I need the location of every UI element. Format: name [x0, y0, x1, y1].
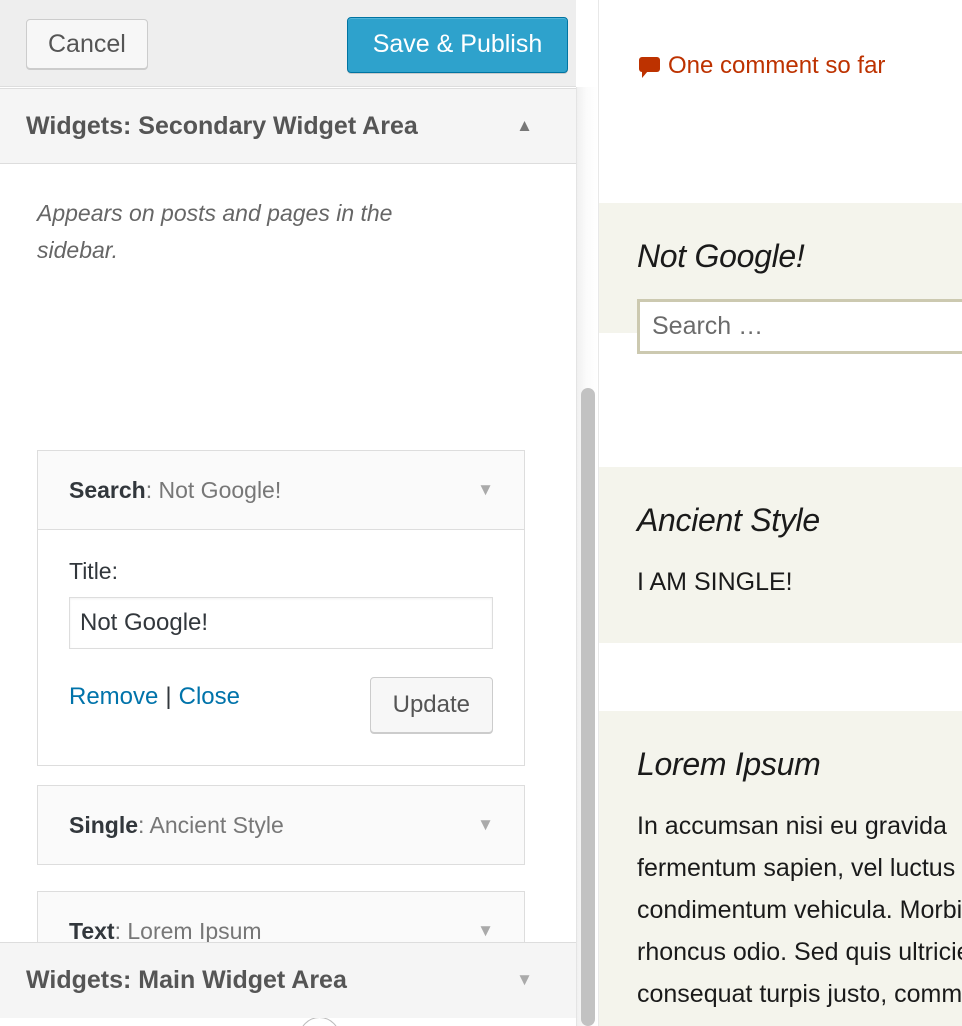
chevron-down-icon: ▼ [516, 970, 533, 989]
section-description: Appears on posts and pages in the sideba… [37, 200, 393, 264]
theme-preview-pane: One comment so far Not Google! Ancient S… [598, 0, 962, 1026]
update-button[interactable]: Update [369, 677, 493, 733]
add-a-widget-button[interactable]: Add a Widget [299, 1017, 517, 1026]
customizer-pane: Cancel Save & Publish Widgets: Secondary… [0, 0, 598, 1026]
widget-single-header[interactable]: Single: Ancient Style ▼ [38, 786, 524, 864]
preview-widget-title: Ancient Style [637, 502, 820, 538]
chevron-down-icon: ▼ [477, 815, 494, 834]
widget-single-title: Single: Ancient Style [69, 786, 284, 864]
preview-widget-single: Ancient Style I AM SINGLE! [599, 467, 962, 643]
customizer-scrollbar[interactable] [576, 87, 598, 1026]
preview-widget-search: Not Google! [599, 203, 962, 355]
customizer-header: Cancel Save & Publish [0, 0, 576, 87]
link-separator: | [165, 683, 172, 710]
comment-bubble-icon [639, 57, 660, 79]
widget-instance-label: Lorem Ipsum [127, 918, 262, 944]
section-header-main-widget-area[interactable]: Widgets: Main Widget Area ▼ [0, 942, 576, 1018]
title-field-label: Title: [69, 558, 118, 584]
title-input[interactable] [69, 597, 493, 649]
widget-search-title: Search: Not Google! [69, 451, 281, 529]
widget-action-links: Remove | Close [69, 683, 240, 711]
preview-widget-title: Lorem Ipsum [637, 746, 821, 782]
preview-widget-body: In accumsan nisi eu gravida fermentum sa… [637, 812, 962, 1009]
widget-search: Search: Not Google! ▼ Title: Remove | Clos… [37, 450, 525, 766]
widget-search-form: Title: Remove | Close Update [38, 530, 524, 765]
customizer-app: Cancel Save & Publish Widgets: Secondary… [0, 0, 962, 1026]
widget-actions: Remove | Close Update [69, 677, 493, 739]
chevron-up-icon: ▲ [516, 116, 533, 135]
comments-link-label: One comment so far [668, 52, 886, 79]
widget-label-separator: : [114, 918, 128, 944]
save-and-publish-button[interactable]: Save & Publish [347, 17, 568, 73]
preview-widget-body: I AM SINGLE! [637, 568, 793, 597]
widget-type-label: Search [69, 477, 146, 503]
remove-widget-link[interactable]: Remove [69, 683, 158, 710]
preview-search-input[interactable] [637, 299, 962, 355]
close-widget-link[interactable]: Close [179, 683, 240, 710]
comments-link[interactable]: One comment so far [639, 52, 885, 80]
section-title: Widgets: Main Widget Area [26, 966, 347, 994]
section-title: Widgets: Secondary Widget Area [26, 112, 418, 140]
widget-instance-label: Ancient Style [149, 812, 284, 838]
widget-label-separator: : [145, 477, 159, 503]
widget-label-separator: : [138, 812, 150, 838]
cancel-button[interactable]: Cancel [26, 19, 148, 69]
section-header-secondary-widget-area[interactable]: Widgets: Secondary Widget Area ▲ [0, 88, 576, 164]
plus-icon [299, 1017, 340, 1026]
widget-type-label: Text [69, 918, 115, 944]
preview-widget-title: Not Google! [637, 238, 805, 274]
customizer-scrollbar-thumb[interactable] [581, 388, 595, 1026]
widget-single: Single: Ancient Style ▼ [37, 785, 525, 865]
widget-instance-label: Not Google! [158, 477, 282, 503]
widget-search-header[interactable]: Search: Not Google! ▼ [38, 451, 524, 530]
widget-type-label: Single [69, 812, 139, 838]
preview-widget-text: Lorem Ipsum In accumsan nisi eu gravida … [599, 711, 962, 1026]
chevron-down-icon: ▼ [477, 480, 494, 499]
preview-search-form [637, 299, 962, 355]
